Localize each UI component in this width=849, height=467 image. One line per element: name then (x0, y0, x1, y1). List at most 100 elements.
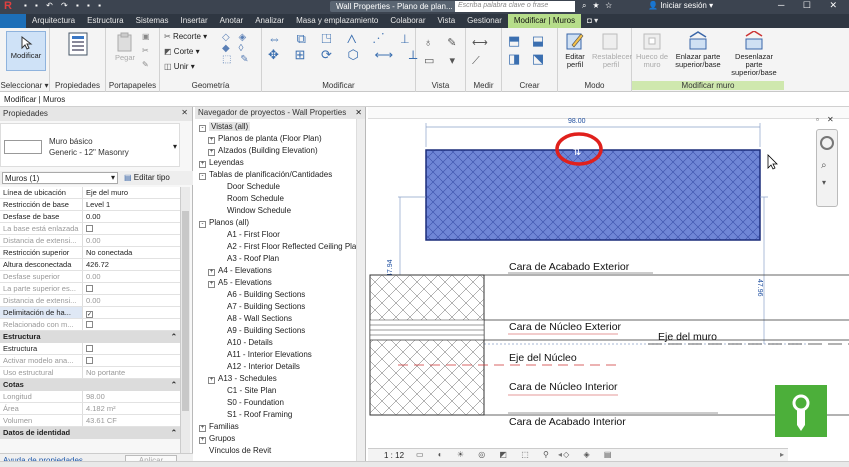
view-window-controls[interactable]: ▫ ✕ (816, 115, 837, 124)
browser-node[interactable]: Window Schedule (217, 206, 291, 215)
property-value[interactable] (83, 319, 180, 330)
browser-node[interactable]: - Tablas de planificación/Cantidades (199, 170, 332, 180)
tab-modificar-muros[interactable]: Modificar | Muros (507, 14, 582, 28)
browser-node[interactable]: + Familias (199, 422, 239, 432)
browser-node[interactable]: - Vistas (all) (199, 122, 251, 132)
view-controls-icons[interactable]: ▭ ◐ ☀ ◎ ◩ ⬚ ⚲ ◇ ◈ ▤ (416, 450, 617, 459)
property-value[interactable] (83, 223, 180, 234)
edit-type-button[interactable]: ▤ Editar tipo (124, 173, 170, 182)
property-row[interactable]: Restricción superior No conectada (0, 247, 180, 259)
property-row[interactable]: Uso estructural No portante (0, 367, 180, 379)
unir-button[interactable]: ◫ Unir ▾ (164, 62, 195, 71)
expand-icon[interactable]: + (208, 281, 215, 288)
property-value[interactable]: 426.72 (83, 259, 180, 270)
collapse-icon[interactable]: - (199, 221, 206, 228)
chevron-down-icon[interactable]: ▾ (173, 142, 177, 151)
dim-left-value[interactable]: 47.94 (387, 259, 394, 277)
property-row[interactable]: Volumen 43.61 CF (0, 415, 180, 427)
match-icon[interactable]: ✎ (142, 60, 149, 69)
browser-node[interactable]: + A4 - Elevations (208, 266, 272, 276)
browser-node[interactable]: A10 - Details (217, 338, 273, 347)
browser-node[interactable]: Vínculos de Revit (199, 446, 271, 455)
property-row[interactable]: Distancia de extensi... 0.00 (0, 235, 180, 247)
property-value[interactable]: 0.00 (83, 235, 180, 246)
measure-icons[interactable]: ⟷ ⟋ (472, 34, 488, 70)
restablecer-perfil-button[interactable]: Restablecer perfil (592, 31, 632, 69)
property-checkbox[interactable] (86, 225, 93, 232)
browser-node[interactable]: + Grupos (199, 434, 235, 444)
property-checkbox[interactable]: ✓ (86, 311, 93, 318)
browser-node[interactable]: Door Schedule (217, 182, 280, 191)
property-row[interactable]: La parte superior es... (0, 283, 180, 295)
expand-icon[interactable]: + (199, 425, 206, 432)
property-value[interactable]: No portante (83, 367, 180, 378)
properties-scrollbar[interactable] (180, 187, 190, 455)
expand-icon[interactable]: + (199, 437, 206, 444)
browser-node[interactable]: S0 - Foundation (217, 398, 284, 407)
dim-top-value[interactable]: 98.00 (568, 118, 586, 125)
property-checkbox[interactable] (86, 285, 93, 292)
property-row[interactable]: Relacionado con m... (0, 319, 180, 331)
app-menu-icon[interactable]: R (4, 0, 12, 12)
modificar-button[interactable]: Modificar (6, 31, 46, 71)
property-value[interactable]: 0.00 (83, 271, 180, 282)
property-value[interactable]: Level 1 (83, 199, 180, 210)
flip-arrows-icon[interactable]: ⇅ (573, 147, 581, 158)
window-controls[interactable]: ─ ☐ ✕ (778, 0, 845, 11)
tab-insertar[interactable]: Insertar (175, 14, 214, 28)
tab-masa[interactable]: Masa y emplazamiento (290, 14, 384, 28)
close-icon[interactable]: ✕ (355, 108, 362, 117)
browser-node[interactable]: - Planos (all) (199, 218, 249, 228)
browser-node[interactable]: + A13 - Schedules (208, 374, 277, 384)
pegar-button[interactable]: Pegar (112, 32, 138, 72)
desenlazar-parte-button[interactable]: Desenlazar parte superior/base (726, 31, 782, 77)
property-value[interactable]: Eje del muro (83, 187, 180, 198)
sign-in-button[interactable]: 👤 Iniciar sesión ▾ (648, 1, 713, 10)
zoom-icon[interactable]: ⌕ (821, 160, 827, 171)
corte-button[interactable]: ◩ Corte ▾ (164, 47, 200, 56)
property-value[interactable]: 4.182 m² (83, 403, 180, 414)
browser-node[interactable]: + Alzados (Building Elevation) (208, 146, 318, 156)
editar-perfil-button[interactable]: Editar perfil (560, 31, 590, 69)
property-value[interactable]: ✓ (83, 307, 180, 318)
browser-node[interactable]: A8 - Wall Sections (217, 314, 292, 323)
browser-node[interactable]: A7 - Building Sections (217, 302, 305, 311)
property-value[interactable]: 98.00 (83, 391, 180, 402)
panel-label-seleccionar[interactable]: Seleccionar ▾ (0, 81, 49, 90)
property-checkbox[interactable] (86, 321, 93, 328)
expand-icon[interactable]: + (208, 269, 215, 276)
scrollbar-arrow-right-icon[interactable]: ▸ (780, 450, 784, 459)
tab-vista[interactable]: Vista (432, 14, 462, 28)
infocenter-icons[interactable]: ⌕ ★ ☆ (582, 1, 614, 11)
browser-scrollbar[interactable] (356, 119, 365, 467)
property-section[interactable]: Estructura ⌃ (0, 331, 180, 343)
browser-node[interactable]: A1 - First Floor (217, 230, 280, 239)
property-row[interactable]: Área 4.182 m² (0, 403, 180, 415)
type-selector[interactable]: Muro básico Generic - 12" Masonry ▾ (0, 123, 180, 167)
browser-node[interactable]: + Planos de planta (Floor Plan) (208, 134, 322, 144)
tab-analizar[interactable]: Analizar (249, 14, 290, 28)
property-row[interactable]: Delimitación de ha... ✓ (0, 307, 180, 319)
property-row[interactable]: Longitud 98.00 (0, 391, 180, 403)
property-value[interactable] (83, 343, 180, 354)
property-checkbox[interactable] (86, 345, 93, 352)
property-value[interactable]: No conectada (83, 247, 180, 258)
view-tools-icons[interactable]: ♁ ✎ ▭ ▾ (424, 34, 463, 70)
dim-right-value[interactable]: 47.96 (756, 279, 763, 297)
property-checkbox[interactable] (86, 357, 93, 364)
collapse-icon[interactable]: ⌃ (171, 332, 177, 342)
expand-icon[interactable]: + (208, 137, 215, 144)
collapse-icon[interactable]: ⌃ (171, 428, 177, 438)
hueco-muro-button[interactable]: Hueco de muro (634, 31, 670, 69)
modify-tools-icons[interactable]: ⇔ ⧉ ◳ ⋀ ⋰ ⊥ ✥ ⊞ ⟳ ⬡ ⟷ ⟂ (268, 31, 423, 63)
property-value[interactable] (83, 283, 180, 294)
drawing-area[interactable]: 98.00 ⇅ 47.94 47.96 Cara de Acabado Exte… (368, 107, 849, 467)
close-icon[interactable]: ✕ (181, 108, 188, 117)
property-value[interactable]: 43.61 CF (83, 415, 180, 426)
property-row[interactable]: Desfase superior 0.00 (0, 271, 180, 283)
recorte-button[interactable]: ✂ Recorte ▾ (164, 32, 207, 41)
nav-menu-icon[interactable]: ▾ (822, 178, 826, 187)
property-value[interactable]: 0.00 (83, 295, 180, 306)
expand-icon[interactable]: + (208, 377, 215, 384)
browser-node[interactable]: Room Schedule (217, 194, 284, 203)
